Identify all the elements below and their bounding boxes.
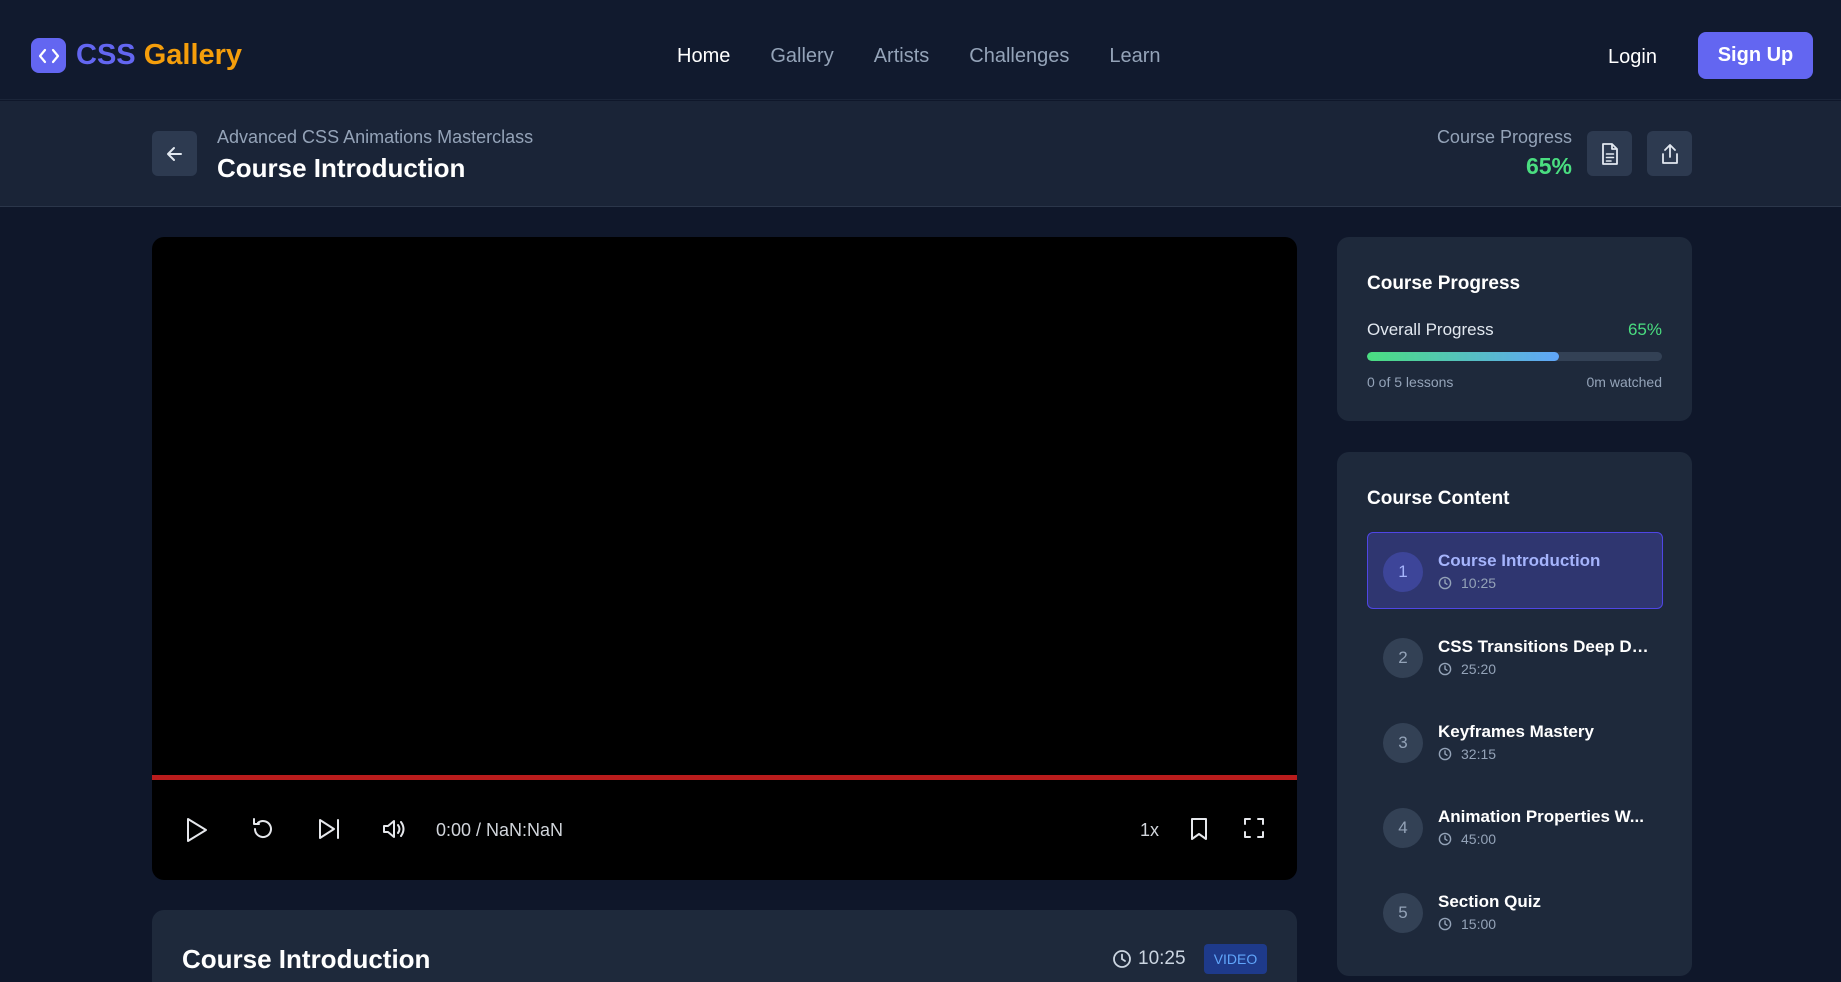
lesson-number: 1 xyxy=(1383,552,1423,592)
lesson-item-title: Keyframes Mastery xyxy=(1438,722,1594,741)
lesson-item-duration-text: 32:15 xyxy=(1461,746,1497,762)
volume-icon xyxy=(383,820,405,838)
lesson-number: 5 xyxy=(1383,893,1423,933)
clock-icon xyxy=(1438,832,1452,846)
nav-link-learn[interactable]: Learn xyxy=(1109,45,1160,68)
document-icon xyxy=(1601,142,1618,165)
back-button[interactable] xyxy=(152,131,197,176)
play-icon xyxy=(187,818,207,842)
lesson-title: Course Introduction xyxy=(182,944,431,974)
lesson-item-duration: 10:25 xyxy=(1438,575,1496,591)
brand-name-part1: CSS xyxy=(76,39,136,71)
code-icon xyxy=(31,38,66,73)
rotate-ccw-icon xyxy=(253,818,272,838)
share-icon xyxy=(1661,143,1678,164)
lesson-item-duration-text: 45:00 xyxy=(1461,831,1497,847)
lesson-item-duration-text: 25:20 xyxy=(1461,661,1497,677)
course-progress-value: 65% xyxy=(1525,153,1572,179)
lesson-item-duration-text: 10:25 xyxy=(1461,575,1497,591)
lessons-completed-count: 0 of 5 lessons xyxy=(1367,374,1454,390)
page-title: Course Introduction xyxy=(217,153,466,183)
lesson-item-title: CSS Transitions Deep Dive xyxy=(1438,637,1653,656)
bookmark-button[interactable] xyxy=(1188,816,1210,842)
lesson-item-3[interactable]: 3 Keyframes Mastery 32:15 xyxy=(1367,703,1663,780)
lesson-item-duration: 45:00 xyxy=(1438,831,1496,847)
overall-progress-label: Overall Progress xyxy=(1367,320,1494,339)
course-name: Advanced CSS Animations Masterclass xyxy=(217,127,534,147)
main-nav: Home Gallery Artists Challenges Learn xyxy=(677,45,1201,68)
lesson-item-duration: 15:00 xyxy=(1438,916,1496,932)
lesson-type-badge: VIDEO xyxy=(1204,944,1267,974)
lesson-number: 2 xyxy=(1383,638,1423,678)
lesson-duration-text: 10:25 xyxy=(1138,948,1186,969)
clock-icon xyxy=(1438,917,1452,931)
time-display: 0:00 / NaN:NaN xyxy=(436,820,564,840)
nav-link-home[interactable]: Home xyxy=(677,45,730,68)
fullscreen-icon xyxy=(1244,818,1264,838)
lesson-item-title: Animation Properties W... xyxy=(1438,807,1644,826)
top-navbar: CSS Gallery Home Gallery Artists Challen… xyxy=(0,0,1841,100)
next-lesson-button[interactable] xyxy=(316,816,342,842)
login-button[interactable]: Login xyxy=(1608,46,1657,69)
skip-forward-icon xyxy=(319,819,339,839)
clock-icon xyxy=(1438,662,1452,676)
lesson-number: 3 xyxy=(1383,723,1423,763)
brand-logo[interactable]: CSS Gallery xyxy=(31,38,242,73)
course-progress-label: Course Progress xyxy=(1436,127,1572,147)
overall-progress-bar xyxy=(1367,352,1662,361)
lesson-item-duration-text: 15:00 xyxy=(1461,916,1497,932)
share-button[interactable] xyxy=(1647,131,1692,176)
arrow-left-icon xyxy=(166,146,182,161)
lesson-info-card: Course Introduction 10:25 VIDEO xyxy=(152,910,1297,982)
watched-time: 0m watched xyxy=(1586,374,1662,390)
lesson-item-duration: 25:20 xyxy=(1438,661,1496,677)
lesson-item-1[interactable]: 1 Course Introduction 10:25 xyxy=(1367,532,1663,609)
lesson-item-duration: 32:15 xyxy=(1438,746,1496,762)
nav-link-artists[interactable]: Artists xyxy=(874,45,930,68)
clock-icon xyxy=(1113,950,1131,968)
brand-name: CSS Gallery xyxy=(76,39,242,72)
nav-link-gallery[interactable]: Gallery xyxy=(770,45,833,68)
signup-button[interactable]: Sign Up xyxy=(1698,32,1813,79)
course-header: Advanced CSS Animations Masterclass Cour… xyxy=(0,101,1841,207)
lesson-item-5[interactable]: 5 Section Quiz 15:00 xyxy=(1367,873,1663,950)
bookmark-icon xyxy=(1191,818,1207,840)
course-content-card: Course Content 1 Course Introduction 10:… xyxy=(1337,452,1692,976)
lesson-number: 4 xyxy=(1383,808,1423,848)
volume-button[interactable] xyxy=(381,816,407,842)
brand-name-part2: Gallery xyxy=(143,39,243,71)
lesson-duration: 10:25 xyxy=(1112,948,1186,970)
progress-card-title: Course Progress xyxy=(1367,273,1521,294)
playback-speed-button[interactable]: 1x xyxy=(1140,820,1159,841)
video-player[interactable]: 0:00 / NaN:NaN 1x xyxy=(152,237,1297,880)
nav-link-challenges[interactable]: Challenges xyxy=(969,45,1069,68)
replay-button[interactable] xyxy=(250,816,276,842)
play-button[interactable] xyxy=(183,816,209,844)
lesson-item-title: Course Introduction xyxy=(1438,551,1601,570)
notes-button[interactable] xyxy=(1587,131,1632,176)
overall-progress-value: 65% xyxy=(1627,320,1662,339)
overall-progress-fill xyxy=(1367,352,1559,361)
content-card-title: Course Content xyxy=(1367,488,1510,509)
lesson-item-2[interactable]: 2 CSS Transitions Deep Dive 25:20 xyxy=(1367,618,1663,695)
lesson-item-4[interactable]: 4 Animation Properties W... 45:00 xyxy=(1367,788,1663,865)
video-controls: 0:00 / NaN:NaN 1x xyxy=(152,780,1297,880)
clock-icon xyxy=(1438,747,1452,761)
fullscreen-button[interactable] xyxy=(1242,816,1266,840)
course-progress-card: Course Progress Overall Progress 65% 0 o… xyxy=(1337,237,1692,421)
clock-icon xyxy=(1438,576,1452,590)
lesson-item-title: Section Quiz xyxy=(1438,892,1541,911)
